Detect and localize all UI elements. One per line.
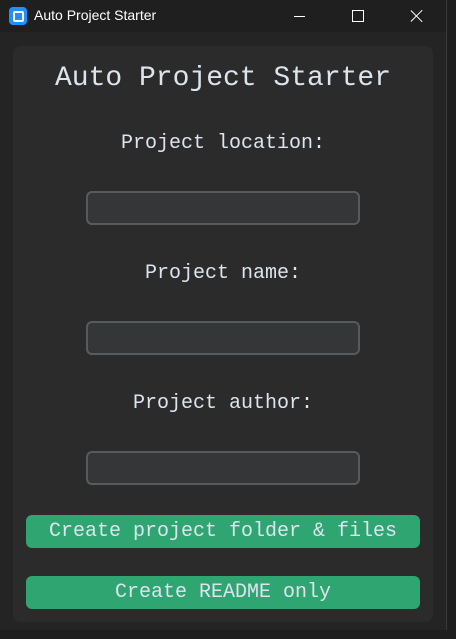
app-window: Auto Project Starter Auto Project Starte… [0,0,447,630]
minimize-icon [293,15,305,17]
maximize-button[interactable] [329,0,387,32]
project-name-label: Project name: [144,262,302,285]
close-icon [410,9,424,23]
project-location-label: Project location: [120,132,326,155]
project-name-input[interactable] [86,321,360,355]
title-bar[interactable]: Auto Project Starter [0,0,446,32]
app-icon [9,7,27,25]
window-title: Auto Project Starter [34,7,157,23]
project-author-input[interactable] [86,451,360,485]
minimize-button[interactable] [270,0,328,32]
background-editor-bottom [0,630,456,639]
app-heading: Auto Project Starter [54,63,392,94]
main-panel: Auto Project Starter Project location: P… [13,46,433,622]
project-location-input[interactable] [86,191,360,225]
close-button[interactable] [388,0,446,32]
project-author-label: Project author: [132,392,314,415]
maximize-icon [352,10,364,22]
background-editor-edge [446,0,456,639]
create-readme-button[interactable]: Create README only [26,576,420,609]
create-project-files-button[interactable]: Create project folder & files [26,515,420,548]
